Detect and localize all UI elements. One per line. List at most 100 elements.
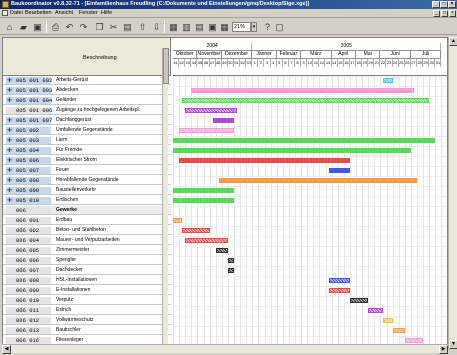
open-folder-icon[interactable]: ▰ xyxy=(18,22,29,33)
table-row[interactable]: 006 008 HSL-Installationen xyxy=(3,276,171,285)
row-code[interactable]: 006 004 xyxy=(6,237,51,244)
menu-datei[interactable]: Datei xyxy=(10,10,23,16)
paste-icon[interactable]: ▤ xyxy=(122,22,133,33)
help-pointer-icon[interactable]: ? xyxy=(262,22,273,33)
save-icon[interactable]: ▣ xyxy=(32,22,43,33)
zoom-icon[interactable]: ▦ xyxy=(219,22,230,33)
gantt-bar[interactable] xyxy=(179,158,350,163)
info-icon[interactable]: ▢ xyxy=(274,22,285,33)
expand-icon[interactable]: ✚ xyxy=(7,197,12,204)
row-code[interactable]: ✚ 005 004 xyxy=(6,147,51,154)
menu-ansicht[interactable]: Ansicht xyxy=(55,10,73,16)
row-code[interactable]: 006 007 xyxy=(6,267,51,274)
table-row[interactable]: 006 004 Maurer- und Verputzarbeiten xyxy=(3,236,171,245)
table-row[interactable]: ✚ 005 009 Baustellenverkehr xyxy=(3,186,171,195)
expand-icon[interactable]: ✚ xyxy=(7,117,12,124)
table-row[interactable]: ✚ 005 001 004 Geländer xyxy=(3,96,171,105)
table-row[interactable]: ✚ 005 003 Lärm xyxy=(3,136,171,145)
table-row[interactable]: 006 006 Spengler xyxy=(3,256,171,265)
table-row[interactable]: 006 009 E-Installationen xyxy=(3,286,171,295)
maximize-button[interactable]: □ xyxy=(440,1,448,8)
expand-icon[interactable]: ✚ xyxy=(7,147,12,154)
row-code[interactable]: 006 012 xyxy=(6,317,51,324)
gantt-bar[interactable] xyxy=(173,148,411,153)
row-code[interactable]: 006 010 xyxy=(6,297,51,304)
table-row[interactable]: ✚ 005 002 Umfallende Gegenstände xyxy=(3,126,171,135)
copy-icon[interactable]: ❐ xyxy=(94,22,105,33)
row-code[interactable]: ✚ 005 006 xyxy=(6,157,51,164)
table-row[interactable]: ✚ 005 004 Für Fremde xyxy=(3,146,171,155)
gantt-bar[interactable] xyxy=(383,318,393,323)
vertical-scrollbar[interactable]: ▲ ▼ xyxy=(448,37,457,349)
gantt-bar[interactable] xyxy=(383,78,393,83)
doc-restore-button[interactable]: □ xyxy=(441,10,448,17)
scroll-left-icon[interactable]: ◀ xyxy=(2,345,11,354)
expand-icon[interactable]: ✚ xyxy=(7,127,12,134)
table-row[interactable]: ✚ 005 001 003 Abdecken xyxy=(3,86,171,95)
expand-icon[interactable]: ✚ xyxy=(7,177,12,184)
table-row[interactable]: 006 002 Beton- und Stahlbeton xyxy=(3,226,171,235)
doc-minimize-button[interactable]: _ xyxy=(433,10,440,17)
gantt-bar[interactable] xyxy=(227,268,234,273)
gantt-bar[interactable] xyxy=(185,238,228,243)
table-row[interactable]: 006 013 Bautischler xyxy=(3,326,171,335)
table-row[interactable]: 006 011 Estrich xyxy=(3,306,171,315)
print-icon[interactable]: ⎙ xyxy=(50,22,61,33)
row-code[interactable]: ✚ 005 001 007 xyxy=(6,117,52,124)
gantt-bar[interactable] xyxy=(392,328,405,333)
expand-icon[interactable]: ✚ xyxy=(7,97,12,104)
table-row[interactable]: 005 001 006 Zugänge zu hochgelegenen Arbe… xyxy=(3,106,171,115)
gantt-bar[interactable] xyxy=(328,278,350,283)
minimize-button[interactable]: _ xyxy=(432,1,440,8)
row-code[interactable]: 006 006 xyxy=(6,257,51,264)
gantt-bar[interactable] xyxy=(185,108,238,113)
table-row[interactable]: 006 007 Dachdecker xyxy=(3,266,171,275)
move-up-icon[interactable]: ⇧ xyxy=(137,22,148,33)
row-code[interactable]: 006 001 xyxy=(6,217,51,224)
menu-bearbeiten[interactable]: Bearbeiten xyxy=(25,10,52,16)
view-list-icon[interactable]: ▦ xyxy=(168,22,179,33)
table-vertical-scrollbar[interactable] xyxy=(162,48,169,348)
row-code[interactable]: 006 xyxy=(6,207,51,214)
scroll-right-icon[interactable]: ▶ xyxy=(439,345,448,354)
gantt-bar[interactable] xyxy=(404,338,424,343)
expand-icon[interactable]: ✚ xyxy=(7,187,12,194)
gantt-bar[interactable] xyxy=(173,198,234,203)
row-code[interactable]: ✚ 005 008 xyxy=(6,177,51,184)
table-row[interactable]: 006 010 Verputz xyxy=(3,296,171,305)
gantt-bar[interactable] xyxy=(179,128,234,133)
gantt-bar[interactable] xyxy=(349,298,369,303)
view-gantt-icon[interactable]: ▥ xyxy=(181,22,192,33)
expand-icon[interactable]: ✚ xyxy=(7,87,12,94)
document-icon[interactable] xyxy=(2,10,8,16)
gantt-bar[interactable] xyxy=(218,178,417,183)
view-calendar-icon[interactable]: ▣ xyxy=(207,22,218,33)
expand-icon[interactable]: ✚ xyxy=(7,77,12,84)
view-table-icon[interactable]: ▤ xyxy=(194,22,205,33)
horizontal-scrollbar[interactable]: ◀ ▶ xyxy=(2,344,448,354)
doc-close-button[interactable]: × xyxy=(449,10,456,17)
row-code[interactable]: ✚ 005 009 xyxy=(6,187,51,194)
row-code[interactable]: 006 002 xyxy=(6,227,51,234)
gantt-bar[interactable] xyxy=(227,258,234,263)
row-code[interactable]: 006 005 xyxy=(6,247,51,254)
close-button[interactable]: × xyxy=(448,1,456,8)
table-row[interactable]: 006 012 Vollwärmeschutz xyxy=(3,316,171,325)
gantt-bar[interactable] xyxy=(173,138,436,143)
row-code[interactable]: 006 011 xyxy=(6,307,51,314)
row-code[interactable]: ✚ 005 001 004 xyxy=(6,97,52,104)
move-down-icon[interactable]: ⇩ xyxy=(151,22,162,33)
row-code[interactable]: ✚ 005 010 xyxy=(6,197,51,204)
home-icon[interactable]: ⌂ xyxy=(4,22,15,33)
gantt-bar[interactable] xyxy=(328,168,350,173)
gantt-bar[interactable] xyxy=(328,288,350,293)
expand-icon[interactable]: ✚ xyxy=(7,167,12,174)
expand-icon[interactable]: ✚ xyxy=(7,157,12,164)
menu-fenster[interactable]: Fenster xyxy=(79,10,98,16)
row-code[interactable]: ✚ 005 007 xyxy=(6,167,51,174)
row-code[interactable]: 006 008 xyxy=(6,277,51,284)
zoom-select[interactable]: 21% xyxy=(232,22,251,32)
table-row[interactable]: ✚ 005 001 002 Arbeits-Gerüst xyxy=(3,76,171,85)
gantt-bar[interactable] xyxy=(191,88,414,93)
table-row[interactable]: ✚ 005 007 Feuer xyxy=(3,166,171,175)
